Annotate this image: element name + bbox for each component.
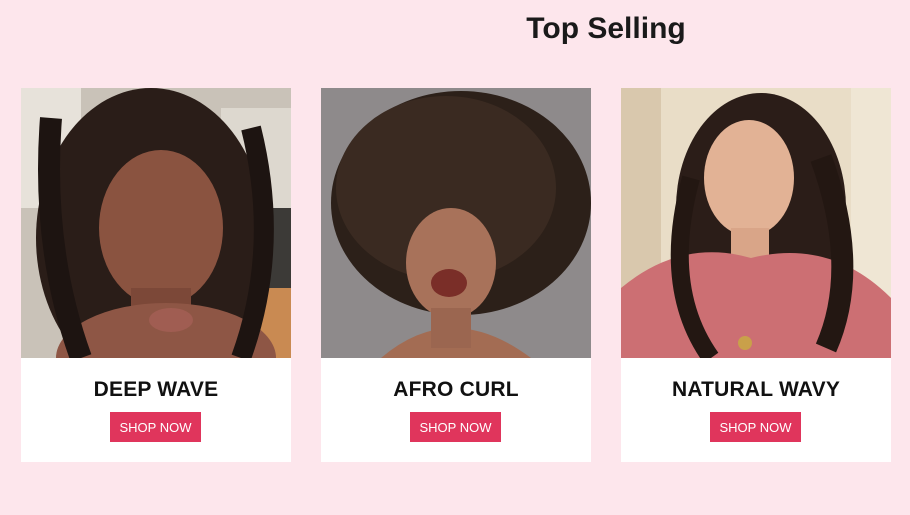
product-card-afro-curl: AFRO CURL SHOP NOW xyxy=(321,88,591,462)
top-selling-section: Top Selling DEEP WAVE SHOP NOW AFRO CURL… xyxy=(0,0,910,515)
product-name: NATURAL WAVY xyxy=(671,378,841,401)
product-image-deep-wave[interactable] xyxy=(21,88,291,358)
product-image-afro-curl[interactable] xyxy=(321,88,591,358)
section-title: Top Selling xyxy=(526,12,686,45)
product-name: AFRO CURL xyxy=(393,378,519,401)
product-card-natural-wavy: NATURAL WAVY SHOP NOW xyxy=(621,88,891,462)
shop-now-button-natural-wavy[interactable]: SHOP NOW xyxy=(710,412,801,442)
product-name: DEEP WAVE xyxy=(93,378,219,401)
shop-now-button-deep-wave[interactable]: SHOP NOW xyxy=(110,412,201,442)
product-card-deep-wave: DEEP WAVE SHOP NOW xyxy=(21,88,291,462)
product-image-natural-wavy[interactable] xyxy=(621,88,891,358)
shop-now-button-afro-curl[interactable]: SHOP NOW xyxy=(410,412,501,442)
